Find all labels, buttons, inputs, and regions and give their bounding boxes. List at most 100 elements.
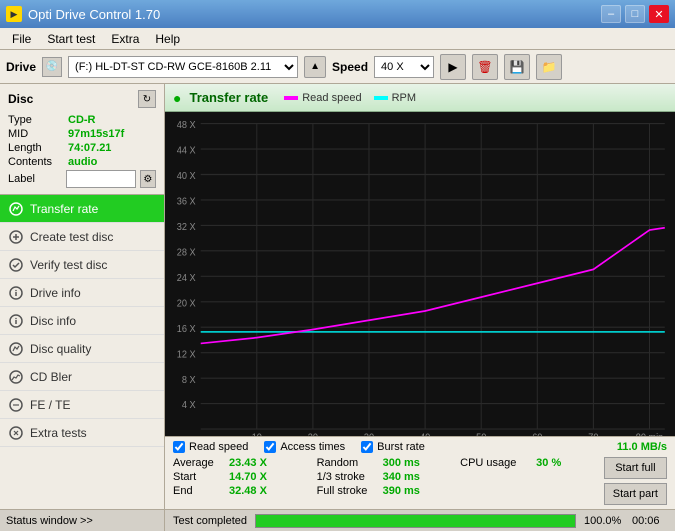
drive-icon: 💿 bbox=[42, 57, 62, 77]
access-times-checkbox[interactable] bbox=[264, 441, 276, 453]
progress-bar-container bbox=[255, 514, 576, 528]
fullstroke-label: Full stroke bbox=[317, 485, 377, 497]
svg-text:4 X: 4 X bbox=[182, 400, 196, 412]
svg-text:24 X: 24 X bbox=[177, 272, 196, 284]
svg-text:8 X: 8 X bbox=[182, 374, 196, 386]
extra-tests-icon bbox=[8, 425, 24, 441]
erase-button[interactable]: 🗑 bbox=[472, 54, 498, 80]
chart-legend: Read speed RPM bbox=[284, 92, 416, 104]
nav-transfer-rate-label: Transfer rate bbox=[30, 202, 98, 216]
svg-text:16 X: 16 X bbox=[177, 323, 196, 335]
sidebar: Disc ↻ Type CD-R MID 97m15s17f Length 74… bbox=[0, 84, 165, 509]
nav-cd-bler[interactable]: CD Bler bbox=[0, 363, 164, 391]
nav-disc-info[interactable]: Disc info bbox=[0, 307, 164, 335]
disc-length-row: Length 74:07.21 bbox=[8, 142, 156, 154]
titlebar-controls: – □ ✕ bbox=[601, 5, 669, 23]
transfer-rate-icon bbox=[8, 201, 24, 217]
chart-header: ● Transfer rate Read speed RPM bbox=[165, 84, 675, 112]
nav-disc-quality[interactable]: Disc quality bbox=[0, 335, 164, 363]
progress-bar bbox=[256, 515, 575, 527]
nav-create-test-disc[interactable]: Create test disc bbox=[0, 223, 164, 251]
stroke13-label: 1/3 stroke bbox=[317, 471, 377, 483]
menu-file[interactable]: File bbox=[4, 30, 39, 48]
main: Disc ↻ Type CD-R MID 97m15s17f Length 74… bbox=[0, 84, 675, 509]
action-buttons: Start full Start part bbox=[604, 457, 667, 505]
svg-text:50: 50 bbox=[476, 432, 487, 436]
progress-text: 100.0% bbox=[584, 515, 624, 527]
chart-area: 48 X 44 X 40 X 36 X 32 X 28 X 24 X 20 X … bbox=[165, 112, 675, 436]
start-part-button[interactable]: Start part bbox=[604, 483, 667, 505]
status-window-button[interactable]: Status window >> bbox=[0, 510, 165, 531]
nav-drive-info[interactable]: Drive info bbox=[0, 279, 164, 307]
nav-fe-te[interactable]: FE / TE bbox=[0, 391, 164, 419]
nav-drive-info-label: Drive info bbox=[30, 286, 81, 300]
random-row: Random 300 ms bbox=[317, 457, 453, 469]
drive-select[interactable]: (F:) HL-DT-ST CD-RW GCE-8160B 2.11 bbox=[68, 56, 298, 78]
read-speed-label: Read speed bbox=[302, 92, 361, 104]
nav-extra-tests[interactable]: Extra tests bbox=[0, 419, 164, 447]
stat-group-2: Random 300 ms 1/3 stroke 340 ms Full str… bbox=[317, 457, 453, 497]
nav-verify-test-disc[interactable]: Verify test disc bbox=[0, 251, 164, 279]
read-speed-color bbox=[284, 96, 298, 100]
read-speed-checkbox-item: Read speed bbox=[173, 441, 248, 453]
menubar: File Start test Extra Help bbox=[0, 28, 675, 50]
svg-text:30: 30 bbox=[364, 432, 375, 436]
menu-extra[interactable]: Extra bbox=[103, 30, 147, 48]
disc-title: Disc bbox=[8, 92, 33, 106]
save-button[interactable]: 📁 bbox=[536, 54, 562, 80]
svg-text:48 X: 48 X bbox=[177, 120, 196, 132]
burst-rate-value-row: 11.0 MB/s bbox=[617, 441, 667, 453]
checkboxes-row: Read speed Access times Burst rate 11.0 … bbox=[173, 441, 667, 453]
end-value: 32.48 X bbox=[229, 485, 279, 497]
status-message: Test completed bbox=[173, 515, 247, 527]
drive-info-icon bbox=[8, 285, 24, 301]
speed-arrow-button[interactable]: ▶ bbox=[440, 54, 466, 80]
nav-extra-tests-label: Extra tests bbox=[30, 426, 87, 440]
read-speed-checkbox[interactable] bbox=[173, 441, 185, 453]
end-row: End 32.48 X bbox=[173, 485, 309, 497]
burst-rate-checkbox[interactable] bbox=[361, 441, 373, 453]
disc-info-panel: Disc ↻ Type CD-R MID 97m15s17f Length 74… bbox=[0, 84, 164, 195]
label-settings-button[interactable]: ⚙ bbox=[140, 170, 156, 188]
stat-group-1: Average 23.43 X Start 14.70 X End 32.48 … bbox=[173, 457, 309, 497]
nav-transfer-rate[interactable]: Transfer rate bbox=[0, 195, 164, 223]
verify-test-disc-icon bbox=[8, 257, 24, 273]
maximize-button[interactable]: □ bbox=[625, 5, 645, 23]
legend-read-speed: Read speed bbox=[284, 92, 361, 104]
svg-text:10: 10 bbox=[252, 432, 263, 436]
disc-quality-icon bbox=[8, 341, 24, 357]
close-button[interactable]: ✕ bbox=[649, 5, 669, 23]
fullstroke-row: Full stroke 390 ms bbox=[317, 485, 453, 497]
svg-text:40: 40 bbox=[420, 432, 431, 436]
disc-label-input[interactable] bbox=[66, 170, 136, 188]
rpm-label: RPM bbox=[392, 92, 416, 104]
burst-rate-val: 11.0 MB/s bbox=[617, 441, 667, 453]
legend-rpm: RPM bbox=[374, 92, 416, 104]
write-button[interactable]: 💾 bbox=[504, 54, 530, 80]
start-value: 14.70 X bbox=[229, 471, 279, 483]
drive-label: Drive bbox=[6, 60, 36, 74]
svg-text:80 min: 80 min bbox=[636, 432, 663, 436]
menu-start-test[interactable]: Start test bbox=[39, 30, 103, 48]
drive-eject-button[interactable]: ▲ bbox=[304, 56, 326, 78]
nav-disc-quality-label: Disc quality bbox=[30, 342, 91, 356]
disc-mid-label: MID bbox=[8, 128, 68, 140]
start-row: Start 14.70 X bbox=[173, 471, 309, 483]
rpm-color bbox=[374, 96, 388, 100]
burst-rate-checkbox-label: Burst rate bbox=[377, 441, 425, 453]
start-full-button[interactable]: Start full bbox=[604, 457, 667, 479]
titlebar: ▶ Opti Drive Control 1.70 – □ ✕ bbox=[0, 0, 675, 28]
disc-length-label: Length bbox=[8, 142, 68, 154]
minimize-button[interactable]: – bbox=[601, 5, 621, 23]
menu-help[interactable]: Help bbox=[147, 30, 188, 48]
svg-text:32 X: 32 X bbox=[177, 222, 196, 234]
chart-title: Transfer rate bbox=[189, 90, 268, 105]
burst-rate-checkbox-item: Burst rate bbox=[361, 441, 425, 453]
random-value: 300 ms bbox=[383, 457, 433, 469]
disc-label-row: Label ⚙ bbox=[8, 170, 156, 188]
disc-type-row: Type CD-R bbox=[8, 114, 156, 126]
speed-select[interactable]: 40 X bbox=[374, 56, 434, 78]
average-value: 23.43 X bbox=[229, 457, 279, 469]
disc-refresh-button[interactable]: ↻ bbox=[138, 90, 156, 108]
nav-cd-bler-label: CD Bler bbox=[30, 370, 72, 384]
